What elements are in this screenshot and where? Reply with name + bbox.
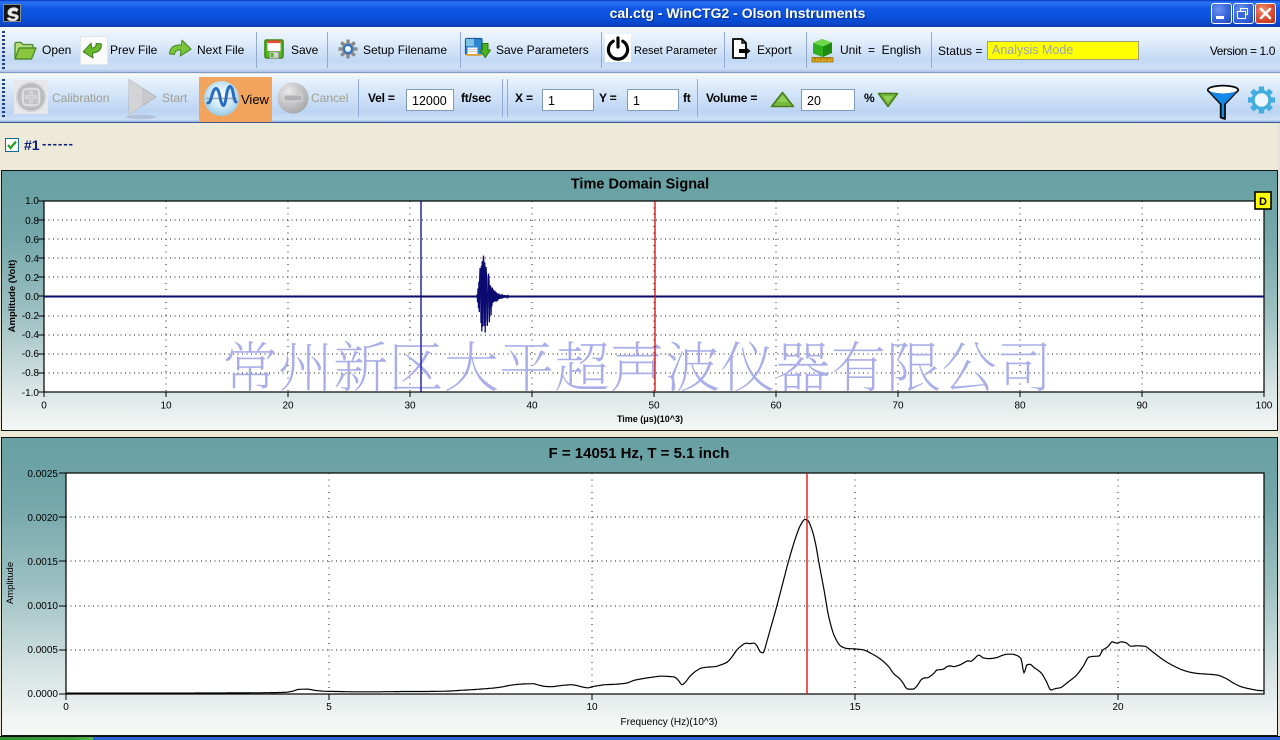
svg-text:0.8: 0.8 — [25, 216, 39, 227]
svg-text:Amplitude (Volt): Amplitude (Volt) — [7, 260, 18, 333]
svg-text:Time Domain Signal: Time Domain Signal — [571, 177, 709, 193]
svg-text:0: 0 — [41, 401, 47, 412]
svg-text:-0.2: -0.2 — [22, 311, 40, 322]
svg-text:0.2: 0.2 — [25, 273, 39, 284]
svg-text:F = 14051 Hz, T = 5.1 inch: F = 14051 Hz, T = 5.1 inch — [549, 445, 730, 462]
svg-text:90: 90 — [1136, 401, 1148, 412]
svg-text:0.0010: 0.0010 — [27, 601, 58, 612]
svg-text:20: 20 — [1112, 702, 1124, 713]
svg-text:10: 10 — [586, 702, 598, 713]
svg-text:100: 100 — [1256, 401, 1273, 412]
svg-text:Time (μs)(10^3): Time (μs)(10^3) — [617, 414, 683, 424]
svg-text:0.0025: 0.0025 — [27, 469, 58, 480]
svg-text:Amplitude: Amplitude — [5, 562, 16, 604]
svg-text:20: 20 — [282, 401, 294, 412]
svg-text:0.6: 0.6 — [25, 235, 39, 246]
svg-text:80: 80 — [1014, 401, 1026, 412]
svg-text:0: 0 — [63, 702, 69, 713]
svg-text:30: 30 — [404, 401, 416, 412]
svg-text:0.0015: 0.0015 — [27, 557, 58, 568]
svg-text:0.0005: 0.0005 — [27, 645, 58, 656]
svg-text:D: D — [1259, 196, 1267, 208]
svg-text:-0.6: -0.6 — [22, 349, 40, 360]
svg-text:5: 5 — [326, 702, 332, 713]
svg-text:10: 10 — [160, 401, 172, 412]
svg-text:Frequency (Hz)(10^3): Frequency (Hz)(10^3) — [621, 717, 718, 728]
svg-text:0.4: 0.4 — [25, 254, 39, 265]
svg-text:15: 15 — [849, 702, 861, 713]
svg-text:70: 70 — [892, 401, 904, 412]
svg-text:40: 40 — [526, 401, 538, 412]
svg-text:50: 50 — [648, 401, 660, 412]
svg-text:60: 60 — [770, 401, 782, 412]
svg-text:-0.4: -0.4 — [22, 330, 40, 341]
svg-text:0.0020: 0.0020 — [27, 513, 58, 524]
svg-text:0.0: 0.0 — [25, 292, 39, 303]
svg-text:-1.0: -1.0 — [22, 388, 40, 399]
svg-text:1.0: 1.0 — [25, 196, 39, 207]
svg-text:-0.8: -0.8 — [22, 368, 40, 379]
svg-text:0.0000: 0.0000 — [27, 689, 58, 700]
